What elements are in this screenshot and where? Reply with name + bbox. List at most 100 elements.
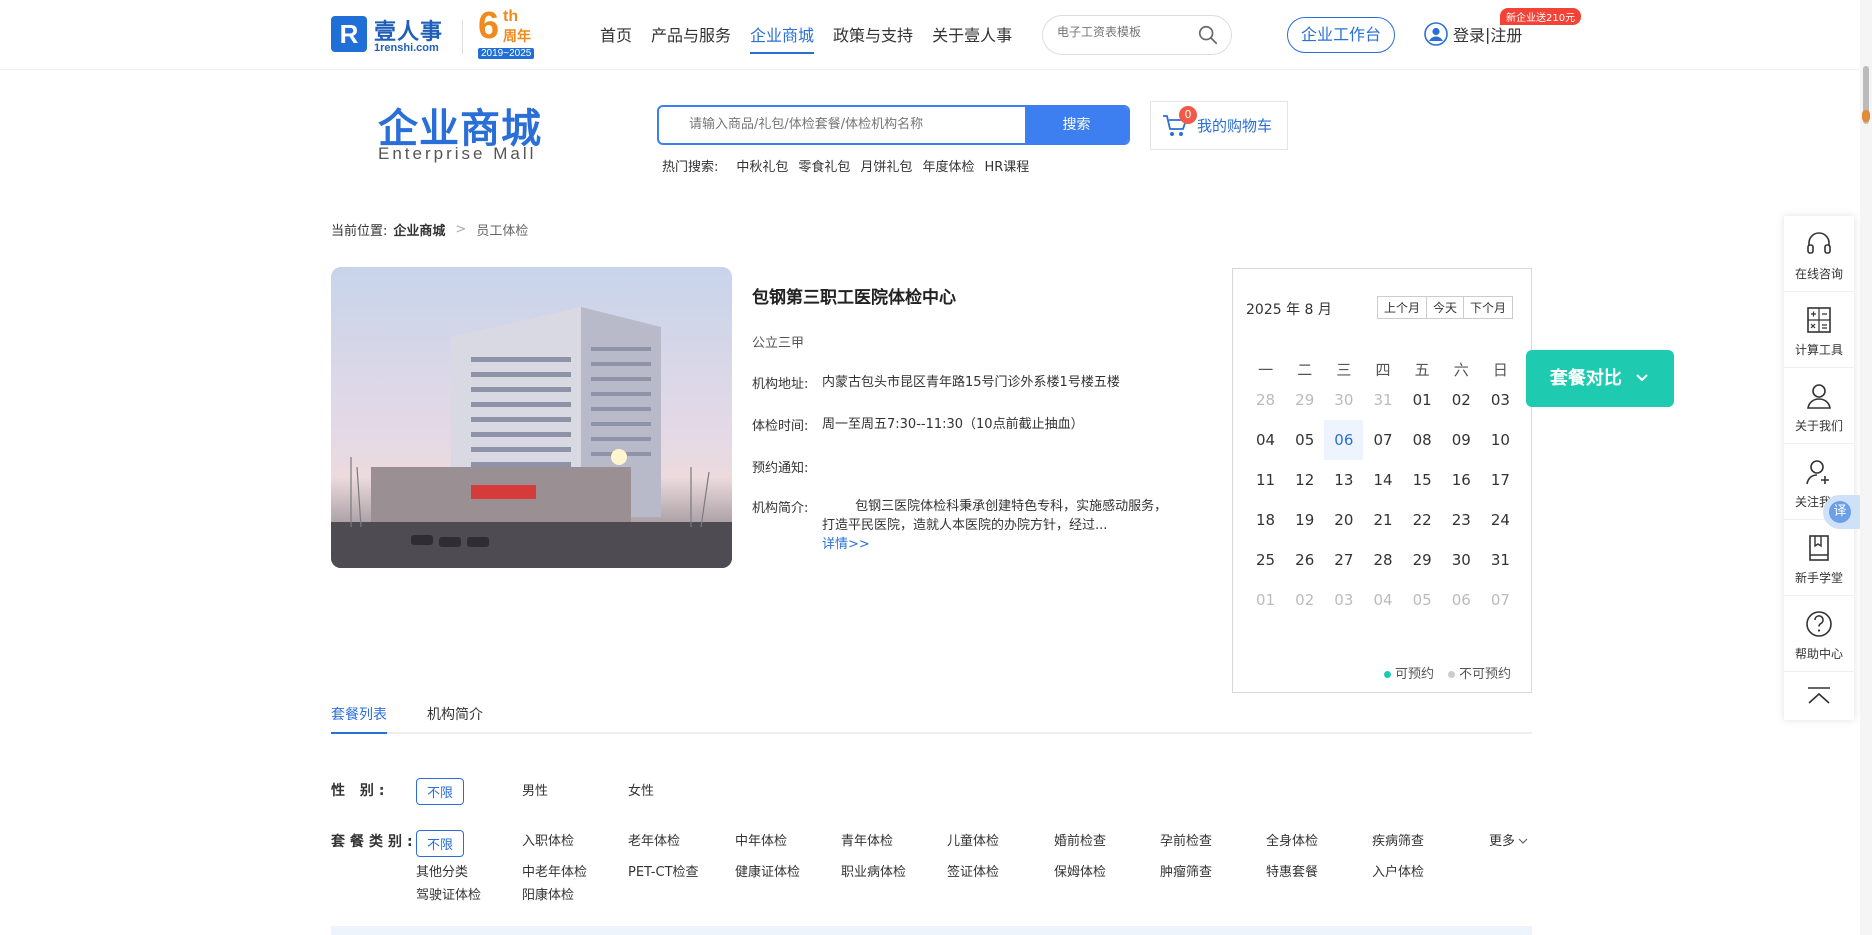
category-option[interactable]: 阳康体检 bbox=[522, 884, 574, 903]
category-option[interactable]: 驾驶证体检 bbox=[416, 884, 481, 903]
gender-option[interactable]: 男性 bbox=[522, 780, 548, 799]
calendar-day[interactable]: 03 bbox=[1481, 380, 1520, 420]
workbench-button[interactable]: 企业工作台 bbox=[1287, 17, 1395, 53]
calendar-day[interactable]: 30 bbox=[1442, 540, 1481, 580]
calendar-day[interactable]: 11 bbox=[1246, 460, 1285, 500]
more-categories-toggle[interactable]: 更多 bbox=[1489, 830, 1528, 849]
mall-search-input[interactable] bbox=[689, 117, 1019, 132]
category-option[interactable]: PET-CT检查 bbox=[628, 861, 699, 880]
calendar-day[interactable]: 02 bbox=[1285, 580, 1324, 620]
side-help-center[interactable]: 帮助中心 bbox=[1784, 596, 1854, 672]
calendar-day[interactable]: 07 bbox=[1481, 580, 1520, 620]
category-option[interactable]: 入职体检 bbox=[522, 830, 574, 849]
calendar-day[interactable]: 13 bbox=[1324, 460, 1363, 500]
category-option[interactable]: 青年体检 bbox=[841, 830, 893, 849]
category-option[interactable]: 疾病筛查 bbox=[1372, 830, 1424, 849]
nav-home[interactable]: 首页 bbox=[600, 22, 632, 54]
category-option[interactable]: 肿瘤筛查 bbox=[1160, 861, 1212, 880]
hot-search-item[interactable]: 月饼礼包 bbox=[860, 156, 912, 175]
calendar-day[interactable]: 29 bbox=[1285, 380, 1324, 420]
calendar-day[interactable]: 19 bbox=[1285, 500, 1324, 540]
calendar-day[interactable]: 02 bbox=[1442, 380, 1481, 420]
calendar-day[interactable]: 09 bbox=[1442, 420, 1481, 460]
calendar-day[interactable]: 16 bbox=[1442, 460, 1481, 500]
category-option[interactable]: 中老年体检 bbox=[522, 861, 587, 880]
nav-mall[interactable]: 企业商城 bbox=[750, 22, 815, 54]
category-option[interactable]: 中年体检 bbox=[735, 830, 787, 849]
calendar-day[interactable]: 06 bbox=[1442, 580, 1481, 620]
category-option[interactable]: 特惠套餐 bbox=[1266, 861, 1318, 880]
hot-search-item[interactable]: HR课程 bbox=[984, 156, 1029, 175]
side-calc-tools[interactable]: 计算工具 bbox=[1784, 292, 1854, 368]
calendar-day[interactable]: 04 bbox=[1363, 580, 1402, 620]
category-option[interactable]: 职业病体检 bbox=[841, 861, 906, 880]
calendar-day[interactable]: 27 bbox=[1324, 540, 1363, 580]
back-to-top-button[interactable] bbox=[1784, 672, 1854, 720]
hot-search-item[interactable]: 零食礼包 bbox=[798, 156, 850, 175]
category-option[interactable]: 儿童体检 bbox=[947, 830, 999, 849]
category-option[interactable]: 其他分类 bbox=[416, 861, 468, 880]
calendar-day[interactable]: 30 bbox=[1324, 380, 1363, 420]
calendar-day[interactable]: 28 bbox=[1246, 380, 1285, 420]
package-compare-button[interactable]: 套餐对比 bbox=[1526, 350, 1674, 407]
side-about-us[interactable]: 关于我们 bbox=[1784, 368, 1854, 444]
tab-package-list[interactable]: 套餐列表 bbox=[331, 704, 387, 734]
prev-month-button[interactable]: 上个月 bbox=[1378, 297, 1428, 318]
calendar-day[interactable]: 31 bbox=[1481, 540, 1520, 580]
gender-all-chip[interactable]: 不限 bbox=[416, 778, 465, 805]
calendar-day[interactable]: 17 bbox=[1481, 460, 1520, 500]
category-option[interactable]: 入户体检 bbox=[1372, 861, 1424, 880]
mall-search-button[interactable]: 搜索 bbox=[1025, 107, 1128, 143]
category-option[interactable]: 老年体检 bbox=[628, 830, 680, 849]
calendar-day[interactable]: 14 bbox=[1363, 460, 1402, 500]
calendar-day[interactable]: 26 bbox=[1285, 540, 1324, 580]
calendar-day[interactable]: 20 bbox=[1324, 500, 1363, 540]
breadcrumb-mall[interactable]: 企业商城 bbox=[393, 220, 445, 239]
category-option[interactable]: 保姆体检 bbox=[1054, 861, 1106, 880]
calendar-day[interactable]: 08 bbox=[1403, 420, 1442, 460]
scrollbar-track[interactable] bbox=[1860, 0, 1872, 935]
category-option[interactable]: 孕前检查 bbox=[1160, 830, 1212, 849]
calendar-day[interactable]: 23 bbox=[1442, 500, 1481, 540]
side-online-consult[interactable]: 在线咨询 bbox=[1784, 216, 1854, 292]
category-option[interactable]: 全身体检 bbox=[1266, 830, 1318, 849]
calendar-day[interactable]: 15 bbox=[1403, 460, 1442, 500]
top-search-input[interactable] bbox=[1057, 25, 1187, 39]
calendar-day[interactable]: 12 bbox=[1285, 460, 1324, 500]
calendar-day[interactable]: 28 bbox=[1363, 540, 1402, 580]
calendar-day[interactable]: 04 bbox=[1246, 420, 1285, 460]
today-button[interactable]: 今天 bbox=[1427, 297, 1465, 318]
cart-button[interactable]: 0 我的购物车 bbox=[1150, 101, 1288, 150]
calendar-day[interactable]: 07 bbox=[1363, 420, 1402, 460]
calendar-day[interactable]: 05 bbox=[1403, 580, 1442, 620]
calendar-day[interactable]: 03 bbox=[1324, 580, 1363, 620]
calendar-day[interactable]: 21 bbox=[1363, 500, 1402, 540]
tab-institution-intro[interactable]: 机构简介 bbox=[427, 704, 483, 732]
calendar-day[interactable]: 29 bbox=[1403, 540, 1442, 580]
login-link[interactable]: 登录 bbox=[1453, 22, 1485, 46]
hot-search-item[interactable]: 中秋礼包 bbox=[736, 156, 788, 175]
calendar-day[interactable]: 24 bbox=[1481, 500, 1520, 540]
calendar-day[interactable]: 22 bbox=[1403, 500, 1442, 540]
nav-policy[interactable]: 政策与支持 bbox=[833, 22, 913, 54]
category-option[interactable]: 签证体检 bbox=[947, 861, 999, 880]
next-month-button[interactable]: 下个月 bbox=[1464, 297, 1512, 318]
register-link[interactable]: 注册 bbox=[1490, 22, 1522, 46]
nav-products[interactable]: 产品与服务 bbox=[651, 22, 731, 54]
calendar-day[interactable]: 10 bbox=[1481, 420, 1520, 460]
side-beginner-school[interactable]: 新手学堂 bbox=[1784, 520, 1854, 596]
gender-option[interactable]: 女性 bbox=[628, 780, 654, 799]
calendar-day-today[interactable]: 06 bbox=[1324, 420, 1364, 460]
promo-badge[interactable]: 新企业送210元 bbox=[1500, 8, 1582, 25]
calendar-day[interactable]: 18 bbox=[1246, 500, 1285, 540]
calendar-day[interactable]: 01 bbox=[1246, 580, 1285, 620]
intro-more-link[interactable]: 详情>> bbox=[822, 537, 870, 552]
calendar-day[interactable]: 05 bbox=[1285, 420, 1324, 460]
search-icon[interactable] bbox=[1197, 24, 1219, 46]
category-all-chip[interactable]: 不限 bbox=[416, 830, 465, 857]
calendar-day[interactable]: 31 bbox=[1363, 380, 1402, 420]
calendar-day[interactable]: 01 bbox=[1403, 380, 1442, 420]
category-option[interactable]: 健康证体检 bbox=[735, 861, 800, 880]
hot-search-item[interactable]: 年度体检 bbox=[922, 156, 974, 175]
category-option[interactable]: 婚前检查 bbox=[1054, 830, 1106, 849]
